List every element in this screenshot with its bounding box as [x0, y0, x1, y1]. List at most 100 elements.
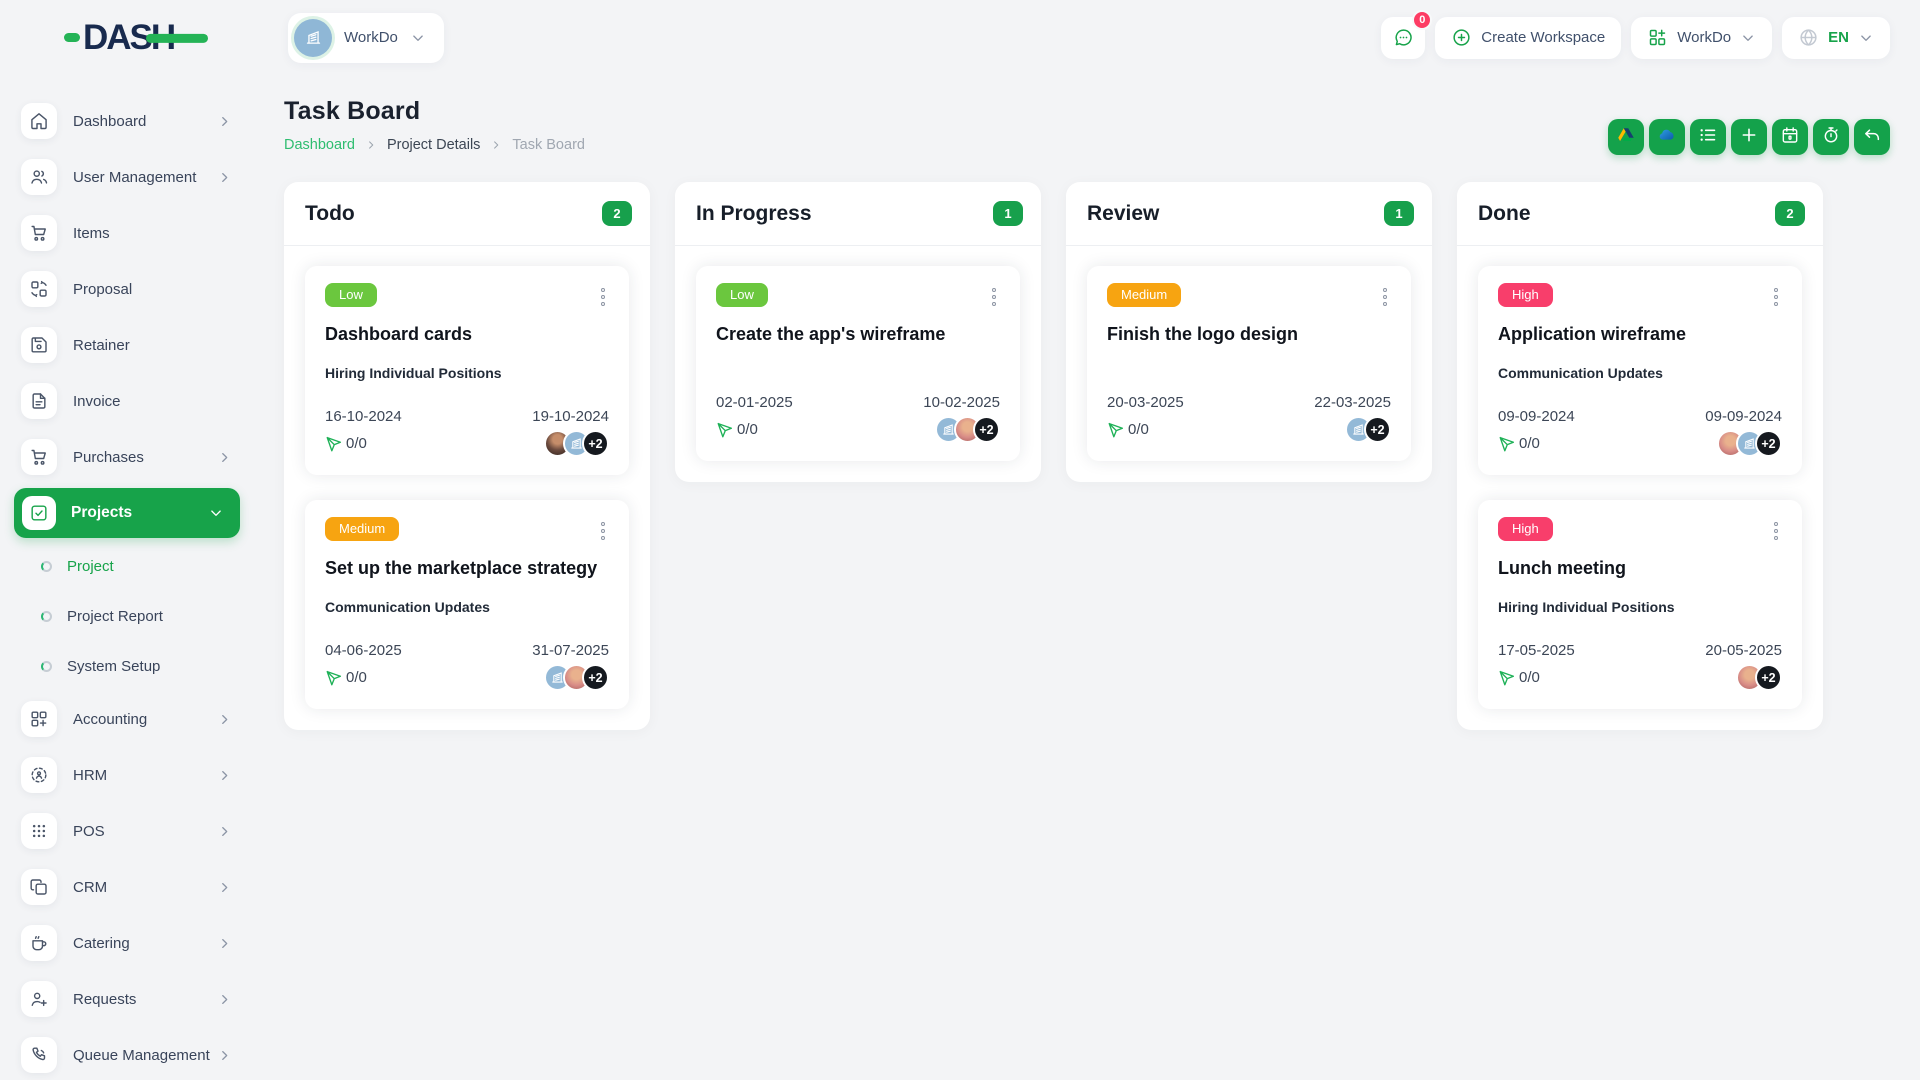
sidebar-item-projects[interactable]: Projects — [14, 488, 240, 538]
create-workspace-button[interactable]: Create Workspace — [1435, 16, 1622, 59]
add-task-button[interactable] — [1731, 119, 1767, 155]
messages-button[interactable]: 0 — [1381, 9, 1433, 59]
save-icon — [21, 327, 57, 363]
chev-down-icon — [208, 505, 224, 521]
start-date: 04-06-2025 — [325, 642, 402, 659]
task-card[interactable]: Low Create the app's wireframe 02-01-2025 1… — [696, 266, 1020, 461]
card-menu-button[interactable] — [1379, 283, 1391, 311]
gdrive-icon — [1616, 125, 1636, 150]
chev-right-icon — [217, 936, 232, 951]
messages-count-badge: 0 — [1412, 9, 1433, 30]
sidebar-item-hrm[interactable]: HRM — [0, 747, 254, 803]
card-menu-button[interactable] — [597, 283, 609, 311]
card-bottom-row: 0/0 +2 — [325, 664, 609, 691]
onedrive-button[interactable] — [1649, 119, 1685, 155]
sidebar-item-queue-management[interactable]: Queue Management — [0, 1027, 254, 1080]
calendar-icon — [1780, 125, 1800, 150]
workspace-switcher[interactable]: WorkDo — [288, 12, 444, 63]
sidebar-item-dashboard[interactable]: Dashboard — [0, 93, 254, 149]
priority-badge: Low — [716, 283, 768, 308]
sidebar-item-catering[interactable]: Catering — [0, 915, 254, 971]
card-menu-button[interactable] — [597, 517, 609, 545]
task-title: Finish the logo design — [1107, 324, 1298, 344]
globe-icon — [1798, 27, 1819, 48]
column-count-badge: 1 — [1384, 201, 1414, 226]
sidebar-item-label: Accounting — [73, 710, 148, 728]
sidebar-item-accounting[interactable]: Accounting — [0, 691, 254, 747]
board-column-done: Done 2 High Application wireframe Communicat… — [1457, 182, 1823, 730]
circle-icon — [41, 660, 52, 672]
card-top-row: High — [1498, 517, 1782, 545]
breadcrumb-item-project-details[interactable]: Project Details — [387, 137, 480, 153]
sidebar-item-pos[interactable]: POS — [0, 803, 254, 859]
sidebar-item-purchases[interactable]: Purchases — [0, 429, 254, 485]
plus-icon — [1739, 125, 1759, 150]
card-bottom-row: 0/0 +2 — [1498, 664, 1782, 691]
task-card[interactable]: Low Dashboard cards Hiring Individual Posi… — [305, 266, 629, 475]
calendar-view-button[interactable] — [1772, 119, 1808, 155]
task-card[interactable]: High Application wireframe Communication U… — [1478, 266, 1802, 475]
card-bottom-row: 0/0 +2 — [1498, 430, 1782, 457]
start-date: 16-10-2024 — [325, 408, 402, 425]
priority-badge: High — [1498, 283, 1553, 308]
assignee-avatars: +2 — [1345, 416, 1391, 443]
column-count-badge: 2 — [1775, 201, 1805, 226]
sidebar-item-requests[interactable]: Requests — [0, 971, 254, 1027]
sidebar-item-label: Catering — [73, 934, 130, 952]
user-plus-icon — [21, 981, 57, 1017]
task-dates: 02-01-2025 10-02-2025 — [716, 394, 1000, 411]
task-card[interactable]: High Lunch meeting Hiring Individual Posit… — [1478, 500, 1802, 709]
column-count-badge: 2 — [602, 201, 632, 226]
task-card[interactable]: Medium Set up the marketplace strategy Com… — [305, 500, 629, 709]
task-milestone — [1107, 365, 1391, 367]
workdo-menu-button[interactable]: WorkDo — [1631, 16, 1773, 59]
sidebar-item-invoice[interactable]: Invoice — [0, 373, 254, 429]
column-cards: Low Create the app's wireframe 02-01-2025 1… — [675, 246, 1041, 482]
chev-right-icon — [217, 992, 232, 1007]
sidebar-item-user-management[interactable]: User Management — [0, 149, 254, 205]
sidebar-subitem-project[interactable]: Project — [0, 541, 254, 591]
language-selector[interactable]: EN — [1782, 16, 1890, 59]
breadcrumb-item-dashboard[interactable]: Dashboard — [284, 137, 355, 153]
chev-right-icon — [490, 139, 502, 151]
sidebar-subitem-system-setup[interactable]: System Setup — [0, 641, 254, 691]
card-menu-button[interactable] — [988, 283, 1000, 311]
column-title: Done — [1478, 201, 1531, 225]
card-top-row: Medium — [1107, 283, 1391, 311]
chev-right-icon — [217, 114, 232, 129]
sidebar-item-items[interactable]: Items — [0, 205, 254, 261]
priority-badge: Low — [325, 283, 377, 308]
page-title: Task Board — [284, 97, 421, 125]
breadcrumb: Dashboard Project Details Task Board — [284, 137, 585, 153]
sidebar-item-label: POS — [73, 822, 105, 840]
task-card[interactable]: Medium Finish the logo design 20-03-2025 22… — [1087, 266, 1411, 461]
sidebar-item-proposal[interactable]: Proposal — [0, 261, 254, 317]
list-view-button[interactable] — [1690, 119, 1726, 155]
chevron-down-icon — [1740, 30, 1756, 46]
timer-button[interactable] — [1813, 119, 1849, 155]
column-cards: Medium Finish the logo design 20-03-2025 22… — [1066, 246, 1432, 482]
task-milestone: Communication Updates — [1498, 365, 1663, 381]
app-logo[interactable]: DASH — [64, 20, 209, 55]
sidebar-item-label: Queue Management — [73, 1046, 210, 1064]
assignee-avatars: +2 — [544, 664, 609, 691]
back-button[interactable] — [1854, 119, 1890, 155]
google-drive-button[interactable] — [1608, 119, 1644, 155]
chev-right-icon — [217, 880, 232, 895]
undo-icon — [1862, 125, 1882, 150]
circle-icon — [41, 610, 52, 622]
card-menu-button[interactable] — [1770, 283, 1782, 311]
sidebar-item-label: Requests — [73, 990, 137, 1008]
sidebar-item-label: Items — [73, 224, 110, 242]
card-menu-button[interactable] — [1770, 517, 1782, 545]
sidebar-item-retainer[interactable]: Retainer — [0, 317, 254, 373]
progress-value: 0/0 — [1519, 669, 1540, 686]
sidebar-item-crm[interactable]: CRM — [0, 859, 254, 915]
send-icon — [1498, 669, 1516, 687]
board-column-in-progress: In Progress 1 Low Create the app's wirefram… — [675, 182, 1041, 482]
sidebar-subitem-project-report[interactable]: Project Report — [0, 591, 254, 641]
end-date: 20-05-2025 — [1705, 642, 1782, 659]
chev-right-icon — [217, 450, 232, 465]
sidebar-item-label: User Management — [73, 168, 197, 186]
progress-value: 0/0 — [346, 669, 367, 686]
